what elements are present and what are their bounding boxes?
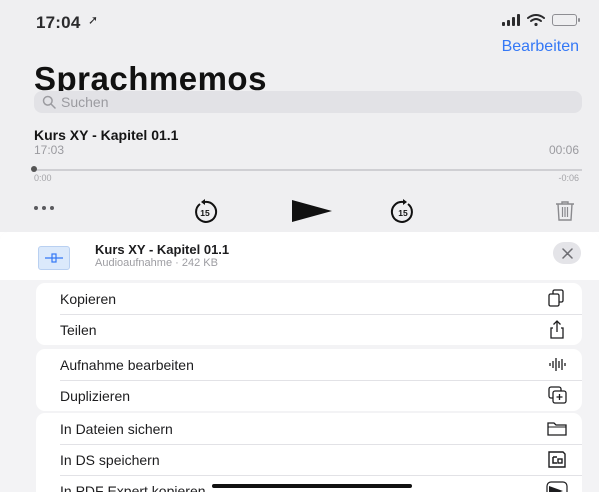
share-icon — [550, 320, 564, 339]
menu-item-label: Teilen — [60, 321, 97, 338]
home-indicator[interactable] — [212, 484, 412, 488]
menu-item-label: Duplizieren — [60, 387, 131, 404]
status-time: 17:04 — [36, 13, 81, 32]
ds-file-icon — [548, 451, 566, 468]
recording-time: 17:03 — [34, 143, 65, 157]
trash-icon[interactable] — [554, 200, 576, 222]
close-button[interactable] — [553, 242, 581, 264]
menu-item-label: In Dateien sichern — [60, 420, 173, 437]
skip-back-seconds: 15 — [200, 208, 210, 218]
scrubber-handle[interactable] — [31, 166, 37, 172]
skip-forward-15-button[interactable]: 15 — [390, 199, 416, 225]
duplicate-icon — [548, 386, 567, 404]
wifi-icon — [527, 14, 545, 26]
folder-icon — [547, 422, 567, 436]
edit-button[interactable]: Bearbeiten — [502, 38, 579, 56]
share-file-subtitle: Audioaufnahme · 242 KB — [95, 257, 218, 269]
position-elapsed: 0:00 — [34, 173, 52, 183]
action-group-clipboard: Kopieren Teilen — [36, 283, 582, 345]
recording-title[interactable]: Kurs XY - Kapitel 01.1 — [34, 127, 178, 143]
recording-duration: 00:06 — [548, 143, 579, 157]
search-placeholder: Suchen — [61, 94, 109, 110]
search-input[interactable]: Suchen — [34, 91, 582, 113]
share-sheet: Kurs XY - Kapitel 01.1 Audioaufnahme · 2… — [0, 232, 599, 492]
waveform-icon — [549, 358, 566, 371]
search-icon — [42, 95, 56, 109]
menu-item-copy[interactable]: Kopieren — [36, 283, 582, 314]
menu-item-label: In DS speichern — [60, 451, 160, 468]
copy-icon — [548, 289, 564, 307]
skip-forward-seconds: 15 — [398, 208, 408, 218]
menu-item-edit-recording[interactable]: Aufnahme bearbeiten — [36, 349, 582, 380]
menu-item-share[interactable]: Teilen — [36, 314, 582, 345]
position-remaining: -0:06 — [558, 173, 579, 183]
play-button[interactable] — [291, 199, 333, 223]
menu-item-save-to-files[interactable]: In Dateien sichern — [36, 413, 582, 444]
menu-item-label: Aufnahme bearbeiten — [60, 356, 194, 373]
voice-memos-list: 17:04 ➚ Bearbeiten Sprachmemos Suchen Ku… — [0, 0, 599, 232]
share-file-title: Kurs XY - Kapitel 01.1 — [95, 242, 230, 257]
menu-item-label: Kopieren — [60, 290, 117, 307]
pdf-expert-icon — [546, 481, 568, 492]
more-options-button[interactable] — [34, 203, 58, 213]
cellular-signal-icon — [502, 14, 520, 26]
battery-icon — [552, 14, 580, 26]
share-sheet-header: Kurs XY - Kapitel 01.1 Audioaufnahme · 2… — [0, 232, 599, 280]
menu-item-save-to-ds[interactable]: In DS speichern — [36, 444, 582, 475]
playback-scrubber[interactable] — [31, 166, 582, 172]
action-group-edit: Aufnahme bearbeiten Duplizieren — [36, 349, 582, 411]
status-icons — [502, 14, 580, 26]
close-icon — [561, 247, 573, 259]
menu-item-duplicate[interactable]: Duplizieren — [36, 380, 582, 411]
status-bar: 17:04 ➚ — [0, 0, 599, 40]
audio-file-icon — [38, 246, 70, 270]
skip-back-15-button[interactable]: 15 — [192, 199, 218, 225]
location-arrow-icon: ➚ — [88, 13, 99, 27]
menu-item-label: In PDF Expert kopieren — [60, 482, 206, 492]
action-group-save: In Dateien sichern In DS speichern In PD… — [36, 413, 582, 492]
